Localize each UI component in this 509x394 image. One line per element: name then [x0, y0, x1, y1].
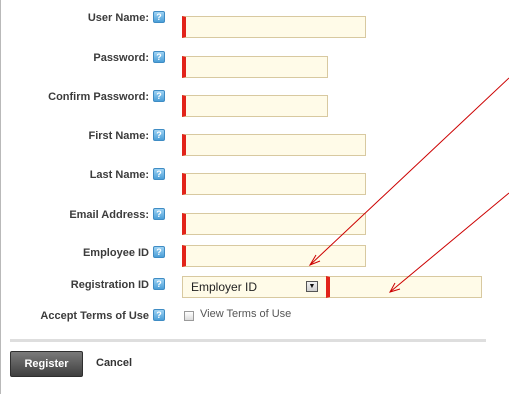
help-icon[interactable]: ? [153, 208, 165, 220]
row-registration-id: Registration ID ? Employer ID ▼ [0, 276, 509, 304]
help-icon[interactable]: ? [153, 129, 165, 141]
divider [10, 339, 486, 342]
user-name-label: User Name: [87, 12, 149, 24]
cancel-button[interactable]: Cancel [96, 357, 132, 369]
chevron-down-icon[interactable]: ▼ [306, 281, 318, 292]
registration-type-select[interactable]: Employer ID ▼ [182, 276, 327, 298]
accept-terms-checkbox[interactable] [184, 311, 194, 321]
confirm-password-label: Confirm Password: [48, 91, 149, 103]
row-last-name: Last Name: ? [0, 166, 509, 195]
email-input[interactable] [182, 213, 366, 235]
user-name-input[interactable] [182, 16, 366, 38]
view-terms-link[interactable]: View Terms of Use [200, 308, 291, 320]
row-terms: Accept Terms of Use ? View Terms of Use [0, 307, 509, 335]
first-name-input[interactable] [182, 134, 366, 156]
row-employee-id: Employee ID ? [0, 244, 509, 272]
register-button[interactable]: Register [10, 351, 83, 377]
help-icon[interactable]: ? [153, 11, 165, 23]
employee-id-label: Employee ID [82, 247, 149, 259]
help-icon[interactable]: ? [153, 51, 165, 63]
help-icon[interactable]: ? [153, 246, 165, 258]
help-icon[interactable]: ? [153, 309, 165, 321]
employee-id-input[interactable] [182, 245, 366, 267]
registration-type-value: Employer ID [191, 280, 258, 294]
registration-id-label: Registration ID [70, 279, 149, 291]
row-confirm-password: Confirm Password: ? [0, 88, 509, 117]
first-name-label: First Name: [88, 130, 149, 142]
email-label: Email Address: [69, 209, 149, 221]
help-icon[interactable]: ? [153, 90, 165, 102]
row-password: Password: ? [0, 49, 509, 78]
password-input[interactable] [182, 56, 328, 78]
row-first-name: First Name: ? [0, 127, 509, 156]
confirm-password-input[interactable] [182, 95, 328, 117]
row-user-name: User Name: ? [0, 9, 509, 38]
password-label: Password: [93, 52, 149, 64]
registration-id-input[interactable] [326, 276, 482, 298]
last-name-label: Last Name: [89, 169, 149, 181]
help-icon[interactable]: ? [153, 278, 165, 290]
accept-terms-label: Accept Terms of Use [40, 310, 149, 322]
help-icon[interactable]: ? [153, 168, 165, 180]
last-name-input[interactable] [182, 173, 366, 195]
row-email: Email Address: ? [0, 206, 509, 235]
